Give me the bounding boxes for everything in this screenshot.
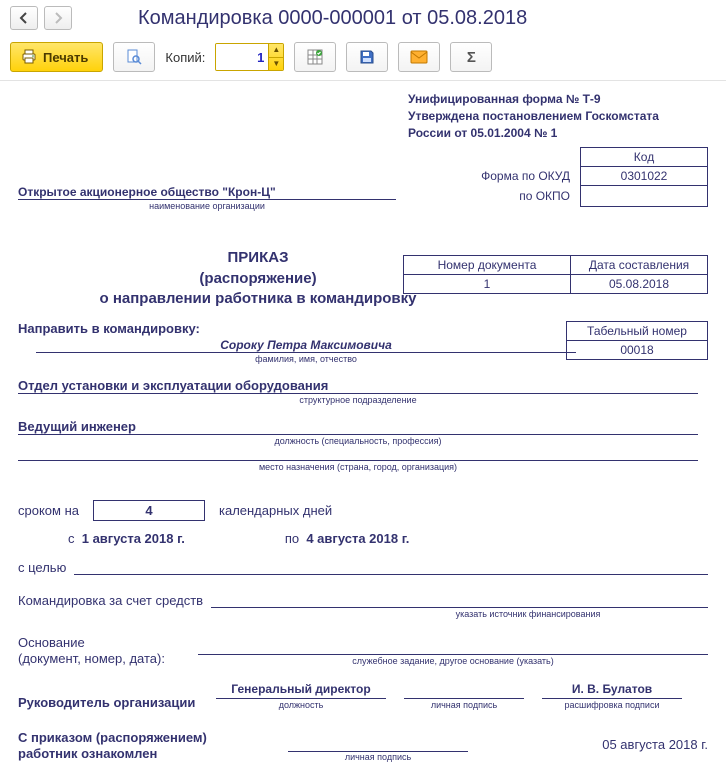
print-label: Печать: [43, 50, 88, 65]
preview-button[interactable]: [113, 42, 155, 72]
fio-caption: фамилия, имя, отчество: [36, 354, 576, 364]
funds-caption: указать источник финансирования: [378, 609, 678, 619]
toolbar: Печать Копий: ▲ ▼: [0, 34, 726, 81]
okpo-label: по ОКПО: [473, 186, 580, 207]
copies-label: Копий:: [165, 50, 205, 65]
spinner-up-icon[interactable]: ▲: [269, 44, 283, 58]
print-button[interactable]: Печать: [10, 42, 103, 72]
floppy-icon: [359, 49, 375, 65]
head-post: Генеральный директор: [216, 682, 386, 699]
forward-button[interactable]: [44, 6, 72, 30]
personnel-number: 00018: [567, 341, 708, 360]
purpose-row: с целью: [18, 560, 708, 575]
destination-caption: место назначения (страна, город, организ…: [18, 462, 698, 472]
table-icon: [307, 49, 323, 65]
position-caption: должность (специальность, профессия): [18, 436, 698, 446]
direct-label: Направить в командировку:: [18, 321, 200, 336]
save-button[interactable]: [346, 42, 388, 72]
basis-row: Основание (документ, номер, дата): служе…: [18, 635, 708, 666]
back-button[interactable]: [10, 6, 38, 30]
document: Унифицированная форма № Т-9 Утверждена п…: [0, 81, 726, 782]
code-header: Код: [581, 148, 708, 167]
basis-caption: служебное задание, другое основание (ука…: [198, 656, 708, 666]
okud-value: 0301022: [581, 167, 708, 186]
form-standard-note: Унифицированная форма № Т-9 Утверждена п…: [408, 91, 708, 141]
head-sign-row: Руководитель организации Генеральный дир…: [18, 682, 708, 710]
page-magnifier-icon: [126, 49, 142, 65]
date-to: 4 августа 2018 г.: [306, 531, 409, 546]
sigma-icon: Σ: [467, 49, 476, 66]
personnel-number-block: Табельный номер 00018: [566, 321, 708, 360]
okud-label: Форма по ОКУД: [473, 167, 580, 186]
sum-button[interactable]: Σ: [450, 42, 492, 72]
doc-date: 05.08.2018: [571, 275, 708, 294]
organization-caption: наименование организации: [18, 201, 396, 211]
dates-row: с 1 августа 2018 г. по 4 августа 2018 г.: [68, 531, 708, 546]
organization-name: Открытое акционерное общество "Крон-Ц": [18, 185, 396, 200]
direct-section: Направить в командировку: Табельный номе…: [18, 321, 708, 364]
okpo-value: [581, 186, 708, 207]
printer-icon: [21, 49, 37, 65]
spinner-down-icon[interactable]: ▼: [269, 58, 283, 71]
mail-button[interactable]: [398, 42, 440, 72]
grid-button[interactable]: [294, 42, 336, 72]
code-table: Код Форма по ОКУД 0301022 по ОКПО: [473, 147, 708, 207]
employee-fio: Сороку Петра Максимовича: [36, 338, 576, 353]
envelope-icon: [410, 50, 428, 64]
destination-value: [18, 446, 698, 461]
head-name: И. В. Булатов: [542, 682, 682, 699]
department-caption: структурное подразделение: [18, 395, 698, 405]
acknowledgement-date: 05 августа 2018 г.: [602, 737, 708, 762]
doc-number: 1: [404, 275, 571, 294]
copies-spinner[interactable]: ▲ ▼: [215, 43, 284, 71]
funds-row: Командировка за счет средств: [18, 593, 708, 608]
date-from: 1 августа 2018 г.: [82, 531, 185, 546]
period-row: сроком на 4 календарных дней: [18, 500, 708, 521]
title-bar: Командировка 0000-000001 от 05.08.2018: [0, 0, 726, 34]
department-value: Отдел установки и эксплуатации оборудова…: [18, 364, 698, 394]
acknowledgement-row: С приказом (распоряжением) работник озна…: [18, 730, 708, 761]
copies-input[interactable]: [216, 44, 268, 70]
position-value: Ведущий инженер: [18, 405, 698, 435]
window-title: Командировка 0000-000001 от 05.08.2018: [138, 7, 527, 30]
period-days: 4: [93, 500, 205, 521]
